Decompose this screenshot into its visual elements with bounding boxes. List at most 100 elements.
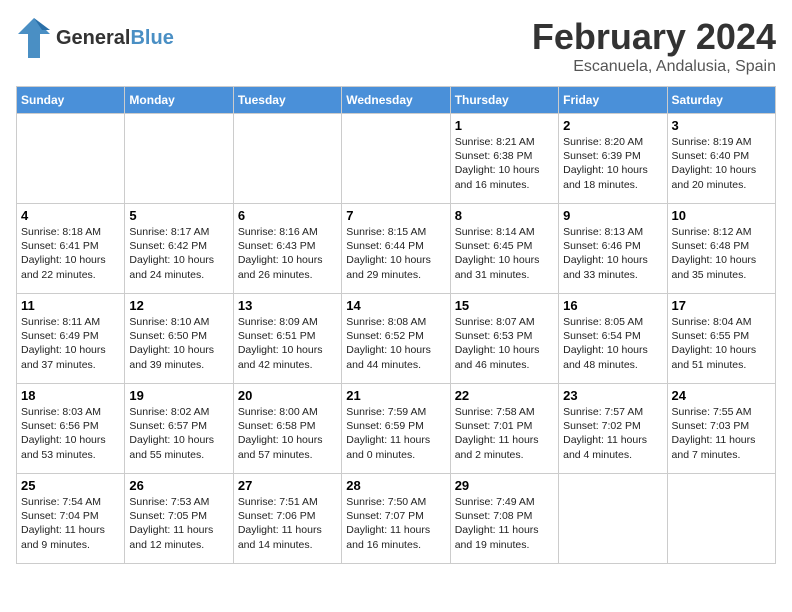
week-row-2: 4 Sunrise: 8:18 AMSunset: 6:41 PMDaylight… <box>17 204 776 294</box>
day-number: 6 <box>238 208 337 223</box>
page-header: GeneralBlue February 2024 Escanuela, And… <box>16 16 776 76</box>
day-header-thursday: Thursday <box>450 87 558 114</box>
day-detail: Sunrise: 7:53 AMSunset: 7:05 PMDaylight:… <box>129 495 228 552</box>
day-number: 8 <box>455 208 554 223</box>
week-row-5: 25Sunrise: 7:54 AMSunset: 7:04 PMDayligh… <box>17 474 776 564</box>
calendar-cell: 24Sunrise: 7:55 AMSunset: 7:03 PMDayligh… <box>667 384 775 474</box>
day-number: 11 <box>21 298 120 313</box>
title-block: February 2024 Escanuela, Andalusia, Spai… <box>532 16 776 76</box>
calendar-cell: 6 Sunrise: 8:16 AMSunset: 6:43 PMDaylight… <box>233 204 341 294</box>
day-number: 1 <box>455 118 554 133</box>
calendar-cell: 21 Sunrise: 7:59 AMSunset: 6:59 PMDayligh… <box>342 384 450 474</box>
day-detail: Sunrise: 8:19 AMSunset: 6:40 PMDaylight:… <box>672 135 771 192</box>
month-title: February 2024 <box>532 16 776 58</box>
logo-icon <box>16 16 52 60</box>
calendar-cell <box>125 114 233 204</box>
day-detail: Sunrise: 8:14 AMSunset: 6:45 PMDaylight:… <box>455 225 554 282</box>
calendar-cell: 28 Sunrise: 7:50 AMSunset: 7:07 PMDayligh… <box>342 474 450 564</box>
day-header-sunday: Sunday <box>17 87 125 114</box>
day-number: 18 <box>21 388 120 403</box>
calendar-cell: 20Sunrise: 8:00 AMSunset: 6:58 PMDayligh… <box>233 384 341 474</box>
day-detail: Sunrise: 7:59 AMSunset: 6:59 PMDaylight:… <box>346 405 445 462</box>
day-number: 16 <box>563 298 662 313</box>
day-header-saturday: Saturday <box>667 87 775 114</box>
day-number: 23 <box>563 388 662 403</box>
day-detail: Sunrise: 8:04 AMSunset: 6:55 PMDaylight:… <box>672 315 771 372</box>
calendar-cell: 26Sunrise: 7:53 AMSunset: 7:05 PMDayligh… <box>125 474 233 564</box>
day-detail: Sunrise: 8:21 AMSunset: 6:38 PMDaylight:… <box>455 135 554 192</box>
calendar-cell <box>233 114 341 204</box>
calendar-cell: 8 Sunrise: 8:14 AMSunset: 6:45 PMDaylight… <box>450 204 558 294</box>
location-title: Escanuela, Andalusia, Spain <box>532 58 776 76</box>
day-detail: Sunrise: 8:18 AMSunset: 6:41 PMDaylight:… <box>21 225 120 282</box>
day-detail: Sunrise: 8:12 AMSunset: 6:48 PMDaylight:… <box>672 225 771 282</box>
calendar-cell: 7 Sunrise: 8:15 AMSunset: 6:44 PMDaylight… <box>342 204 450 294</box>
day-detail: Sunrise: 8:02 AMSunset: 6:57 PMDaylight:… <box>129 405 228 462</box>
day-detail: Sunrise: 7:50 AMSunset: 7:07 PMDaylight:… <box>346 495 445 552</box>
day-number: 28 <box>346 478 445 493</box>
day-number: 29 <box>455 478 554 493</box>
day-detail: Sunrise: 7:55 AMSunset: 7:03 PMDaylight:… <box>672 405 771 462</box>
day-header-monday: Monday <box>125 87 233 114</box>
day-number: 13 <box>238 298 337 313</box>
day-detail: Sunrise: 8:05 AMSunset: 6:54 PMDaylight:… <box>563 315 662 372</box>
day-detail: Sunrise: 8:07 AMSunset: 6:53 PMDaylight:… <box>455 315 554 372</box>
day-number: 4 <box>21 208 120 223</box>
day-number: 3 <box>672 118 771 133</box>
calendar-cell: 10Sunrise: 8:12 AMSunset: 6:48 PMDayligh… <box>667 204 775 294</box>
calendar-cell: 29 Sunrise: 7:49 AMSunset: 7:08 PMDayligh… <box>450 474 558 564</box>
day-detail: Sunrise: 8:15 AMSunset: 6:44 PMDaylight:… <box>346 225 445 282</box>
day-number: 9 <box>563 208 662 223</box>
day-number: 19 <box>129 388 228 403</box>
day-header-tuesday: Tuesday <box>233 87 341 114</box>
calendar-cell: 25Sunrise: 7:54 AMSunset: 7:04 PMDayligh… <box>17 474 125 564</box>
day-detail: Sunrise: 8:08 AMSunset: 6:52 PMDaylight:… <box>346 315 445 372</box>
day-number: 15 <box>455 298 554 313</box>
calendar-cell: 13 Sunrise: 8:09 AMSunset: 6:51 PMDayligh… <box>233 294 341 384</box>
day-detail: Sunrise: 8:11 AMSunset: 6:49 PMDaylight:… <box>21 315 120 372</box>
calendar-cell <box>667 474 775 564</box>
calendar-cell <box>559 474 667 564</box>
calendar-cell: 12Sunrise: 8:10 AMSunset: 6:50 PMDayligh… <box>125 294 233 384</box>
day-number: 12 <box>129 298 228 313</box>
calendar-cell: 22 Sunrise: 7:58 AMSunset: 7:01 PMDayligh… <box>450 384 558 474</box>
day-detail: Sunrise: 8:13 AMSunset: 6:46 PMDaylight:… <box>563 225 662 282</box>
calendar-table: SundayMondayTuesdayWednesdayThursdayFrid… <box>16 86 776 564</box>
day-detail: Sunrise: 7:57 AMSunset: 7:02 PMDaylight:… <box>563 405 662 462</box>
day-detail: Sunrise: 7:54 AMSunset: 7:04 PMDaylight:… <box>21 495 120 552</box>
day-detail: Sunrise: 8:17 AMSunset: 6:42 PMDaylight:… <box>129 225 228 282</box>
day-detail: Sunrise: 8:09 AMSunset: 6:51 PMDaylight:… <box>238 315 337 372</box>
day-number: 7 <box>346 208 445 223</box>
day-detail: Sunrise: 7:51 AMSunset: 7:06 PMDaylight:… <box>238 495 337 552</box>
week-row-1: 1 Sunrise: 8:21 AMSunset: 6:38 PMDaylight… <box>17 114 776 204</box>
calendar-cell: 1 Sunrise: 8:21 AMSunset: 6:38 PMDaylight… <box>450 114 558 204</box>
calendar-cell: 5 Sunrise: 8:17 AMSunset: 6:42 PMDaylight… <box>125 204 233 294</box>
day-number: 5 <box>129 208 228 223</box>
day-number: 21 <box>346 388 445 403</box>
calendar-cell: 14 Sunrise: 8:08 AMSunset: 6:52 PMDayligh… <box>342 294 450 384</box>
day-number: 2 <box>563 118 662 133</box>
day-number: 27 <box>238 478 337 493</box>
calendar-header-row: SundayMondayTuesdayWednesdayThursdayFrid… <box>17 87 776 114</box>
calendar-cell: 17 Sunrise: 8:04 AMSunset: 6:55 PMDayligh… <box>667 294 775 384</box>
day-detail: Sunrise: 8:20 AMSunset: 6:39 PMDaylight:… <box>563 135 662 192</box>
week-row-3: 11 Sunrise: 8:11 AMSunset: 6:49 PMDayligh… <box>17 294 776 384</box>
calendar-cell <box>342 114 450 204</box>
day-number: 22 <box>455 388 554 403</box>
calendar-cell: 2 Sunrise: 8:20 AMSunset: 6:39 PMDaylight… <box>559 114 667 204</box>
day-detail: Sunrise: 7:49 AMSunset: 7:08 PMDaylight:… <box>455 495 554 552</box>
day-number: 20 <box>238 388 337 403</box>
calendar-cell: 27 Sunrise: 7:51 AMSunset: 7:06 PMDayligh… <box>233 474 341 564</box>
calendar-cell: 15 Sunrise: 8:07 AMSunset: 6:53 PMDayligh… <box>450 294 558 384</box>
day-detail: Sunrise: 7:58 AMSunset: 7:01 PMDaylight:… <box>455 405 554 462</box>
calendar-cell: 16 Sunrise: 8:05 AMSunset: 6:54 PMDayligh… <box>559 294 667 384</box>
calendar-cell: 3 Sunrise: 8:19 AMSunset: 6:40 PMDaylight… <box>667 114 775 204</box>
calendar-cell: 19 Sunrise: 8:02 AMSunset: 6:57 PMDayligh… <box>125 384 233 474</box>
day-number: 14 <box>346 298 445 313</box>
day-detail: Sunrise: 8:03 AMSunset: 6:56 PMDaylight:… <box>21 405 120 462</box>
calendar-cell: 9 Sunrise: 8:13 AMSunset: 6:46 PMDaylight… <box>559 204 667 294</box>
logo-text: GeneralBlue <box>56 28 174 49</box>
day-detail: Sunrise: 8:16 AMSunset: 6:43 PMDaylight:… <box>238 225 337 282</box>
calendar-cell: 4 Sunrise: 8:18 AMSunset: 6:41 PMDaylight… <box>17 204 125 294</box>
day-number: 17 <box>672 298 771 313</box>
